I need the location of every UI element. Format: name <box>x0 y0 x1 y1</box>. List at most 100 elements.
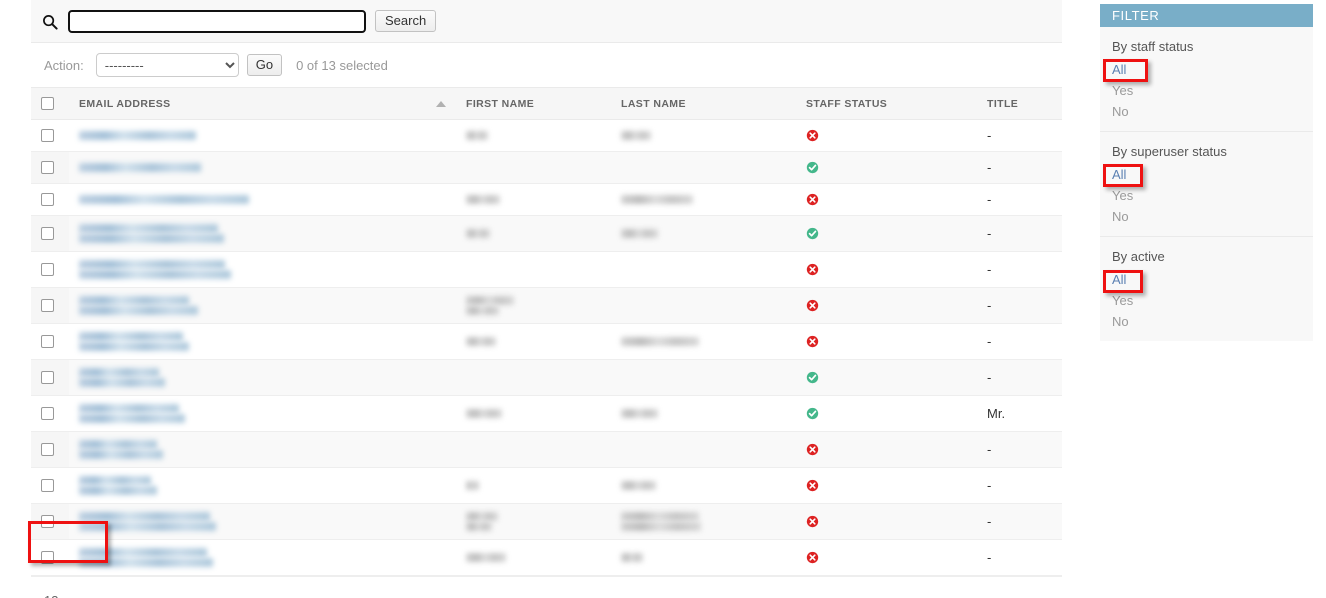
filter-option[interactable]: Yes <box>1100 80 1313 101</box>
cell-email-address[interactable] <box>69 119 456 152</box>
filter-option[interactable]: No <box>1100 101 1313 122</box>
redacted-text <box>621 229 658 238</box>
cell-last-name <box>611 503 796 540</box>
results-table: EMAIL ADDRESS FIRST NAME LAST NAME STAFF… <box>31 87 1062 576</box>
filter-option[interactable]: All <box>1100 269 1313 290</box>
email-link-redacted[interactable] <box>79 404 446 423</box>
table-row: - <box>31 503 1062 540</box>
redacted-text <box>466 337 496 346</box>
table-row: - <box>31 183 1062 216</box>
cell-email-address[interactable] <box>69 395 456 432</box>
column-header-email-label: EMAIL ADDRESS <box>79 97 171 110</box>
row-select-checkbox[interactable] <box>41 161 54 174</box>
cell-title: - <box>977 287 1062 324</box>
row-select-checkbox[interactable] <box>41 551 54 564</box>
redacted-text <box>79 296 189 305</box>
last-name-redacted <box>621 195 786 204</box>
search-submit-button[interactable]: Search <box>375 10 437 32</box>
check-circle-icon <box>806 227 819 240</box>
cell-email-address[interactable] <box>69 323 456 360</box>
filter-option-link[interactable]: All <box>1112 167 1126 182</box>
row-select-checkbox[interactable] <box>41 227 54 240</box>
cross-circle-icon <box>806 299 819 312</box>
cell-staff-status <box>796 395 977 432</box>
email-link-redacted[interactable] <box>79 332 446 351</box>
redacted-text <box>79 131 196 140</box>
row-select-checkbox[interactable] <box>41 515 54 528</box>
row-select-checkbox[interactable] <box>41 443 54 456</box>
redacted-text <box>79 548 207 557</box>
cell-last-name <box>611 467 796 504</box>
cell-email-address[interactable] <box>69 151 456 184</box>
cell-email-address[interactable] <box>69 467 456 504</box>
filter-header: FILTER <box>1100 4 1313 27</box>
redacted-text <box>621 195 693 204</box>
cell-email-address[interactable] <box>69 215 456 252</box>
action-go-button[interactable]: Go <box>246 54 283 76</box>
filter-option-link[interactable]: All <box>1112 62 1126 77</box>
results-head: EMAIL ADDRESS FIRST NAME LAST NAME STAFF… <box>31 87 1062 120</box>
filter-option[interactable]: Yes <box>1100 290 1313 311</box>
first-name-redacted <box>466 296 601 315</box>
filter-option-link[interactable]: Yes <box>1112 188 1133 203</box>
select-all-checkbox[interactable] <box>41 97 54 110</box>
email-link-redacted[interactable] <box>79 260 446 279</box>
search-icon <box>42 14 58 30</box>
redacted-text <box>79 522 216 531</box>
redacted-text <box>466 522 492 531</box>
column-header-email[interactable]: EMAIL ADDRESS <box>69 87 456 120</box>
filter-option-link[interactable]: No <box>1112 104 1129 119</box>
email-link-redacted[interactable] <box>79 224 446 243</box>
column-header-title[interactable]: TITLE <box>977 87 1062 120</box>
row-select-cell <box>31 431 69 468</box>
email-link-redacted[interactable] <box>79 440 446 459</box>
cell-email-address[interactable] <box>69 287 456 324</box>
row-select-checkbox[interactable] <box>41 299 54 312</box>
email-link-redacted[interactable] <box>79 195 446 204</box>
redacted-text <box>621 512 699 521</box>
action-select[interactable]: --------- <box>95 53 239 77</box>
filter-option-link[interactable]: Yes <box>1112 293 1133 308</box>
row-select-checkbox[interactable] <box>41 129 54 142</box>
filter-option[interactable]: All <box>1100 164 1313 185</box>
email-link-redacted[interactable] <box>79 512 446 531</box>
filter-option-link[interactable]: No <box>1112 209 1129 224</box>
search-input[interactable] <box>68 9 366 33</box>
filter-option[interactable]: All <box>1100 59 1313 80</box>
row-select-checkbox[interactable] <box>41 479 54 492</box>
row-select-checkbox[interactable] <box>41 335 54 348</box>
cell-email-address[interactable] <box>69 539 456 576</box>
cell-last-name <box>611 119 796 152</box>
table-row: Mr. <box>31 395 1062 432</box>
email-link-redacted[interactable] <box>79 368 446 387</box>
row-select-checkbox[interactable] <box>41 193 54 206</box>
column-header-first-name[interactable]: FIRST NAME <box>456 87 611 120</box>
filter-option-link[interactable]: Yes <box>1112 83 1133 98</box>
cell-email-address[interactable] <box>69 359 456 396</box>
cell-email-address[interactable] <box>69 251 456 288</box>
cell-last-name <box>611 431 796 468</box>
row-select-checkbox[interactable] <box>41 371 54 384</box>
redacted-text <box>79 270 231 279</box>
row-select-checkbox[interactable] <box>41 263 54 276</box>
filter-option[interactable]: No <box>1100 206 1313 227</box>
email-link-redacted[interactable] <box>79 476 446 495</box>
cell-email-address[interactable] <box>69 431 456 468</box>
row-select-cell <box>31 323 69 360</box>
cell-email-address[interactable] <box>69 183 456 216</box>
admin-changelist-page: Search Action: --------- Go 0 of 13 sele… <box>0 0 1326 598</box>
search-toolbar: Search <box>31 0 1062 43</box>
email-link-redacted[interactable] <box>79 163 446 172</box>
cell-last-name <box>611 151 796 184</box>
filter-option[interactable]: Yes <box>1100 185 1313 206</box>
email-link-redacted[interactable] <box>79 296 446 315</box>
column-header-last-name[interactable]: LAST NAME <box>611 87 796 120</box>
email-link-redacted[interactable] <box>79 131 446 140</box>
row-select-checkbox[interactable] <box>41 407 54 420</box>
filter-option[interactable]: No <box>1100 311 1313 332</box>
column-header-staff-status[interactable]: STAFF STATUS <box>796 87 977 120</box>
filter-option-link[interactable]: All <box>1112 272 1126 287</box>
email-link-redacted[interactable] <box>79 548 446 567</box>
cell-email-address[interactable] <box>69 503 456 540</box>
filter-option-link[interactable]: No <box>1112 314 1129 329</box>
